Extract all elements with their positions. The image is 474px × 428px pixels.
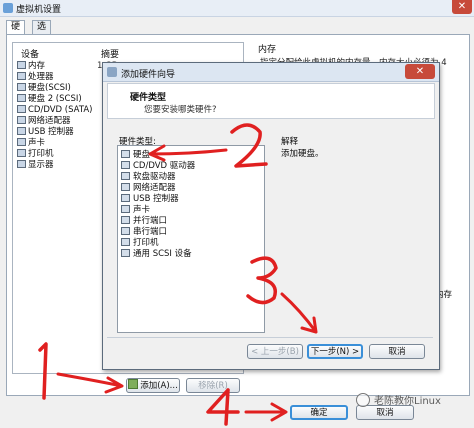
- step-2-mark: [230, 123, 268, 168]
- watermark: 老陈教你Linux: [374, 396, 441, 407]
- arrow-3: [280, 292, 318, 334]
- arrow-4: [244, 402, 288, 422]
- arrow-1: [56, 372, 124, 394]
- step-3-mark: [246, 256, 278, 305]
- step-annotations: [38, 123, 318, 426]
- arrow-2: [148, 144, 228, 162]
- step-4-mark: [206, 388, 240, 426]
- step-1-mark: [38, 342, 48, 400]
- watermark-logo: [356, 393, 370, 407]
